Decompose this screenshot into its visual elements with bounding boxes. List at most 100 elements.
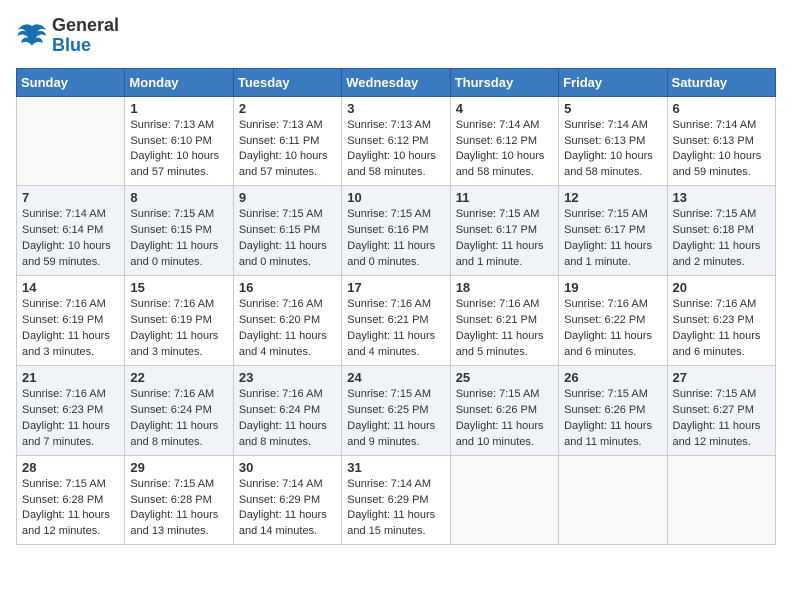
header-thursday: Thursday [450, 68, 558, 96]
table-row: 14 Sunrise: 7:16 AMSunset: 6:19 PMDayligh… [17, 276, 125, 366]
day-number: 24 [347, 370, 444, 385]
day-info: Sunrise: 7:15 AMSunset: 6:27 PMDaylight:… [673, 387, 770, 451]
day-info: Sunrise: 7:15 AMSunset: 6:26 PMDaylight:… [456, 387, 553, 451]
table-row: 8 Sunrise: 7:15 AMSunset: 6:15 PMDaylight… [125, 186, 233, 276]
day-info: Sunrise: 7:16 AMSunset: 6:23 PMDaylight:… [22, 387, 119, 451]
table-row: 27 Sunrise: 7:15 AMSunset: 6:27 PMDayligh… [667, 365, 775, 455]
day-info: Sunrise: 7:15 AMSunset: 6:15 PMDaylight:… [239, 207, 336, 271]
header-friday: Friday [559, 68, 667, 96]
day-number: 27 [673, 370, 770, 385]
day-info: Sunrise: 7:13 AMSunset: 6:10 PMDaylight:… [130, 118, 227, 182]
table-row: 4 Sunrise: 7:14 AMSunset: 6:12 PMDaylight… [450, 96, 558, 186]
day-info: Sunrise: 7:15 AMSunset: 6:15 PMDaylight:… [130, 207, 227, 271]
day-number: 14 [22, 280, 119, 295]
day-info: Sunrise: 7:13 AMSunset: 6:11 PMDaylight:… [239, 118, 336, 182]
day-number: 6 [673, 101, 770, 116]
day-info: Sunrise: 7:14 AMSunset: 6:14 PMDaylight:… [22, 207, 119, 271]
table-row: 22 Sunrise: 7:16 AMSunset: 6:24 PMDayligh… [125, 365, 233, 455]
day-number: 26 [564, 370, 661, 385]
day-number: 1 [130, 101, 227, 116]
day-info: Sunrise: 7:15 AMSunset: 6:18 PMDaylight:… [673, 207, 770, 271]
table-row: 18Sunrise: 7:16 AMSunset: 6:21 PMDayligh… [450, 276, 558, 366]
day-number: 5 [564, 101, 661, 116]
table-row [559, 455, 667, 545]
day-info: Sunrise: 7:15 AMSunset: 6:28 PMDaylight:… [130, 477, 227, 541]
day-number: 21 [22, 370, 119, 385]
logo-text-general: General [52, 16, 119, 36]
table-row: 31 Sunrise: 7:14 AMSunset: 6:29 PMDayligh… [342, 455, 450, 545]
day-number: 11 [456, 190, 553, 205]
day-number: 25 [456, 370, 553, 385]
day-info: Sunrise: 7:16 AMSunset: 6:24 PMDaylight:… [239, 387, 336, 451]
table-row: 19 Sunrise: 7:16 AMSunset: 6:22 PMDayligh… [559, 276, 667, 366]
day-number: 17 [347, 280, 444, 295]
day-info: Sunrise: 7:13 AMSunset: 6:12 PMDaylight:… [347, 118, 444, 182]
day-info: Sunrise: 7:15 AMSunset: 6:17 PMDaylight:… [564, 207, 661, 271]
calendar-table: Sunday Monday Tuesday Wednesday Thursday… [16, 68, 776, 546]
day-number: 9 [239, 190, 336, 205]
day-info: Sunrise: 7:16 AMSunset: 6:24 PMDaylight:… [130, 387, 227, 451]
day-number: 18 [456, 280, 553, 295]
table-row: 13 Sunrise: 7:15 AMSunset: 6:18 PMDayligh… [667, 186, 775, 276]
table-row: 15Sunrise: 7:16 AMSunset: 6:19 PMDayligh… [125, 276, 233, 366]
calendar-header-row: Sunday Monday Tuesday Wednesday Thursday… [17, 68, 776, 96]
table-row [17, 96, 125, 186]
table-row: 10 Sunrise: 7:15 AMSunset: 6:16 PMDayligh… [342, 186, 450, 276]
day-info: Sunrise: 7:14 AMSunset: 6:12 PMDaylight:… [456, 118, 553, 182]
day-info: Sunrise: 7:16 AMSunset: 6:19 PMDaylight:… [22, 297, 119, 361]
table-row: 2Sunrise: 7:13 AMSunset: 6:11 PMDaylight… [233, 96, 341, 186]
day-number: 4 [456, 101, 553, 116]
day-info: Sunrise: 7:16 AMSunset: 6:21 PMDaylight:… [347, 297, 444, 361]
day-number: 22 [130, 370, 227, 385]
day-number: 31 [347, 460, 444, 475]
day-number: 19 [564, 280, 661, 295]
day-info: Sunrise: 7:16 AMSunset: 6:23 PMDaylight:… [673, 297, 770, 361]
day-info: Sunrise: 7:14 AMSunset: 6:29 PMDaylight:… [347, 477, 444, 541]
header-sunday: Sunday [17, 68, 125, 96]
day-info: Sunrise: 7:15 AMSunset: 6:26 PMDaylight:… [564, 387, 661, 451]
day-info: Sunrise: 7:15 AMSunset: 6:16 PMDaylight:… [347, 207, 444, 271]
logo-text-blue: Blue [52, 36, 119, 56]
table-row: 30Sunrise: 7:14 AMSunset: 6:29 PMDayligh… [233, 455, 341, 545]
table-row: 16Sunrise: 7:16 AMSunset: 6:20 PMDayligh… [233, 276, 341, 366]
day-number: 29 [130, 460, 227, 475]
table-row: 9 Sunrise: 7:15 AMSunset: 6:15 PMDaylight… [233, 186, 341, 276]
table-row: 11 Sunrise: 7:15 AMSunset: 6:17 PMDayligh… [450, 186, 558, 276]
table-row: 25 Sunrise: 7:15 AMSunset: 6:26 PMDayligh… [450, 365, 558, 455]
day-number: 8 [130, 190, 227, 205]
day-info: Sunrise: 7:15 AMSunset: 6:28 PMDaylight:… [22, 477, 119, 541]
calendar-week-row: 1 Sunrise: 7:13 AMSunset: 6:10 PMDaylight… [17, 96, 776, 186]
day-number: 16 [239, 280, 336, 295]
table-row [450, 455, 558, 545]
day-number: 10 [347, 190, 444, 205]
logo-icon [16, 22, 48, 50]
header-monday: Monday [125, 68, 233, 96]
table-row: 5 Sunrise: 7:14 AMSunset: 6:13 PMDaylight… [559, 96, 667, 186]
table-row: 29 Sunrise: 7:15 AMSunset: 6:28 PMDayligh… [125, 455, 233, 545]
header-wednesday: Wednesday [342, 68, 450, 96]
table-row [667, 455, 775, 545]
calendar-week-row: 7 Sunrise: 7:14 AMSunset: 6:14 PMDaylight… [17, 186, 776, 276]
table-row: 20 Sunrise: 7:16 AMSunset: 6:23 PMDayligh… [667, 276, 775, 366]
day-number: 12 [564, 190, 661, 205]
day-info: Sunrise: 7:15 AMSunset: 6:17 PMDaylight:… [456, 207, 553, 271]
day-number: 20 [673, 280, 770, 295]
header-saturday: Saturday [667, 68, 775, 96]
day-info: Sunrise: 7:14 AMSunset: 6:29 PMDaylight:… [239, 477, 336, 541]
logo: General Blue [16, 16, 119, 56]
day-info: Sunrise: 7:14 AMSunset: 6:13 PMDaylight:… [564, 118, 661, 182]
day-number: 13 [673, 190, 770, 205]
table-row: 12 Sunrise: 7:15 AMSunset: 6:17 PMDayligh… [559, 186, 667, 276]
calendar-week-row: 21 Sunrise: 7:16 AMSunset: 6:23 PMDayligh… [17, 365, 776, 455]
day-number: 7 [22, 190, 119, 205]
table-row: 24Sunrise: 7:15 AMSunset: 6:25 PMDayligh… [342, 365, 450, 455]
table-row: 6Sunrise: 7:14 AMSunset: 6:13 PMDaylight… [667, 96, 775, 186]
day-number: 15 [130, 280, 227, 295]
table-row: 17 Sunrise: 7:16 AMSunset: 6:21 PMDayligh… [342, 276, 450, 366]
table-row: 1 Sunrise: 7:13 AMSunset: 6:10 PMDaylight… [125, 96, 233, 186]
table-row: 3 Sunrise: 7:13 AMSunset: 6:12 PMDaylight… [342, 96, 450, 186]
day-info: Sunrise: 7:16 AMSunset: 6:22 PMDaylight:… [564, 297, 661, 361]
day-number: 3 [347, 101, 444, 116]
table-row: 23 Sunrise: 7:16 AMSunset: 6:24 PMDayligh… [233, 365, 341, 455]
day-number: 23 [239, 370, 336, 385]
